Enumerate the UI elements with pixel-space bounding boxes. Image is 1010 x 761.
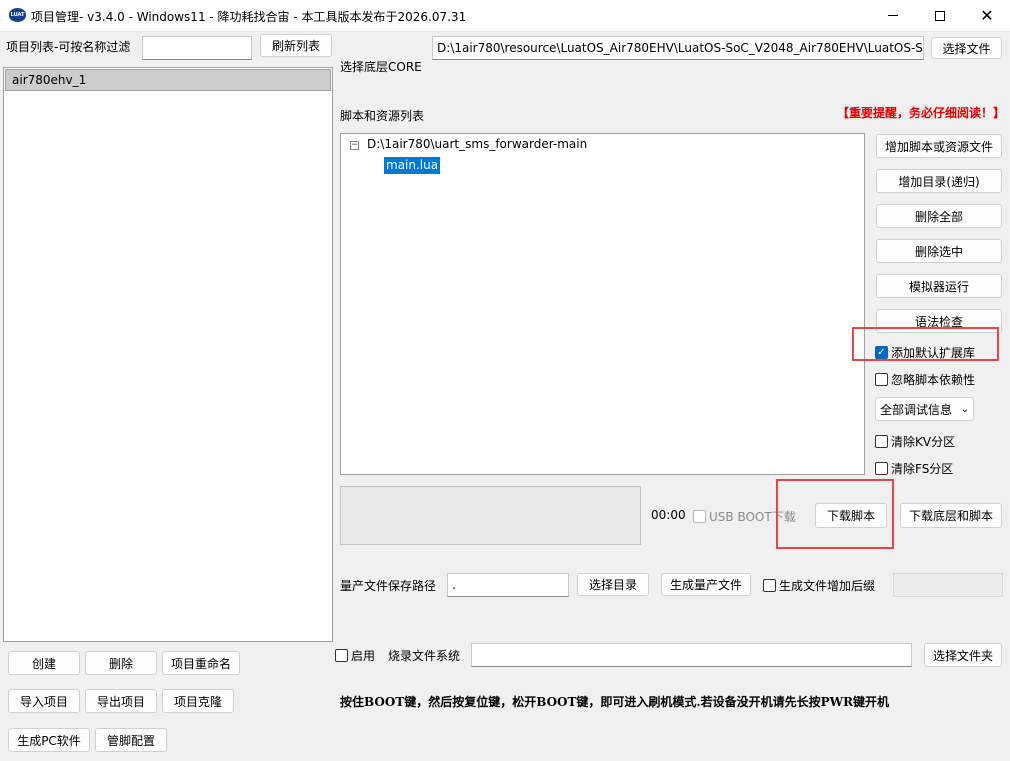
highlight-box-download <box>776 479 894 549</box>
maximize-button[interactable] <box>917 0 963 31</box>
minimize-button[interactable] <box>870 0 916 31</box>
chevron-down-icon: ⌄ <box>960 403 969 415</box>
select-folder-button[interactable]: 选择文件夹 <box>924 643 1002 667</box>
ignore-deps-checkbox[interactable]: 忽略脚本依赖性 <box>875 371 975 388</box>
scripts-label: 脚本和资源列表 <box>340 109 425 123</box>
script-file-node[interactable]: main.lua <box>384 157 441 174</box>
checkbox-icon <box>335 649 348 662</box>
important-notice-text: 【重要提醒，务必仔细阅读！】 <box>837 106 1006 120</box>
close-icon: ✕ <box>980 5 994 25</box>
import-project-button[interactable]: 导入项目 <box>8 689 80 713</box>
mass-path-label: 量产文件保存路径 <box>340 579 437 593</box>
select-core-file-button[interactable]: 选择文件 <box>931 37 1002 59</box>
fs-label: 烧录文件系统 <box>388 649 461 663</box>
project-name: air780ehv_1 <box>12 73 87 87</box>
collapse-icon[interactable]: − <box>350 141 359 150</box>
clear-kv-checkbox[interactable]: 清除KV分区 <box>875 433 955 450</box>
checkbox-icon <box>875 373 888 386</box>
enable-fs-label: 启用 <box>351 649 376 663</box>
window-title: 项目管理- v3.4.0 - Windows11 - 降功耗找合宙 - 本工具版… <box>31 10 467 24</box>
rename-project-button[interactable]: 项目重命名 <box>162 651 240 675</box>
progress-area <box>340 486 641 545</box>
boot-hint-text: 按住BOOT键，然后按复位键，松开BOOT键，即可进入刷机模式.若设备没开机请先… <box>340 695 890 709</box>
clone-project-button[interactable]: 项目克隆 <box>162 689 234 713</box>
add-script-files-button[interactable]: 增加脚本或资源文件 <box>876 134 1002 158</box>
pin-config-button[interactable]: 管脚配置 <box>95 728 167 752</box>
generate-mass-file-button[interactable]: 生成量产文件 <box>661 573 751 596</box>
download-core-and-script-button[interactable]: 下载底层和脚本 <box>900 503 1002 528</box>
checkbox-icon <box>693 510 706 523</box>
delete-project-button[interactable]: 删除 <box>85 651 157 675</box>
delete-selected-button[interactable]: 删除选中 <box>876 239 1002 263</box>
suffix-checkbox[interactable]: 生成文件增加后缀 <box>763 577 875 594</box>
add-directory-button[interactable]: 增加目录(递归) <box>876 169 1002 193</box>
close-button[interactable]: ✕ <box>964 0 1010 31</box>
luatools-app-icon: LUAT <box>9 8 26 22</box>
download-timer: 00:00 <box>651 508 686 522</box>
clear-kv-label: 清除KV分区 <box>891 435 956 449</box>
suffix-label: 生成文件增加后缀 <box>779 579 876 593</box>
project-filter-input[interactable] <box>142 36 252 60</box>
highlight-box-default-lib <box>852 327 999 361</box>
script-tree[interactable]: − D:\1air780\uart_sms_forwarder-main mai… <box>340 133 865 475</box>
maximize-icon <box>935 10 945 21</box>
checkbox-icon <box>875 435 888 448</box>
ignore-deps-label: 忽略脚本依赖性 <box>891 373 976 387</box>
mass-path-input[interactable]: . <box>447 573 569 597</box>
clear-fs-label: 清除FS分区 <box>891 462 954 476</box>
delete-all-button[interactable]: 删除全部 <box>876 204 1002 228</box>
enable-fs-checkbox[interactable]: 启用 <box>335 647 375 664</box>
title-bar: LUAT 项目管理- v3.4.0 - Windows11 - 降功耗找合宙 -… <box>0 0 1010 32</box>
select-dir-button[interactable]: 选择目录 <box>577 573 649 596</box>
project-list-item[interactable]: air780ehv_1 <box>5 69 331 91</box>
checkbox-icon <box>763 579 776 592</box>
minimize-icon <box>888 15 898 16</box>
export-project-button[interactable]: 导出项目 <box>85 689 157 713</box>
project-filter-label: 项目列表-可按名称过滤 <box>6 40 131 54</box>
suffix-input[interactable] <box>893 573 1003 597</box>
important-notice-link[interactable]: 【重要提醒，务必仔细阅读！】 <box>837 104 1005 121</box>
checkbox-icon <box>875 462 888 475</box>
create-project-button[interactable]: 创建 <box>8 651 80 675</box>
generate-pc-software-button[interactable]: 生成PC软件 <box>8 728 90 752</box>
debug-level-value: 全部调试信息 <box>880 402 953 417</box>
core-path-input[interactable]: D:\1air780\resource\LuatOS_Air780EHV\Lua… <box>432 36 924 60</box>
script-folder-node[interactable]: D:\1air780\uart_sms_forwarder-main <box>367 137 587 151</box>
refresh-list-button[interactable]: 刷新列表 <box>260 34 332 57</box>
core-label: 选择底层CORE <box>340 60 422 74</box>
clear-fs-checkbox[interactable]: 清除FS分区 <box>875 460 953 477</box>
fs-path-input[interactable] <box>471 643 912 667</box>
debug-level-select[interactable]: 全部调试信息 ⌄ <box>875 397 974 421</box>
project-list[interactable]: air780ehv_1 <box>3 67 333 642</box>
simulator-run-button[interactable]: 模拟器运行 <box>876 274 1002 298</box>
